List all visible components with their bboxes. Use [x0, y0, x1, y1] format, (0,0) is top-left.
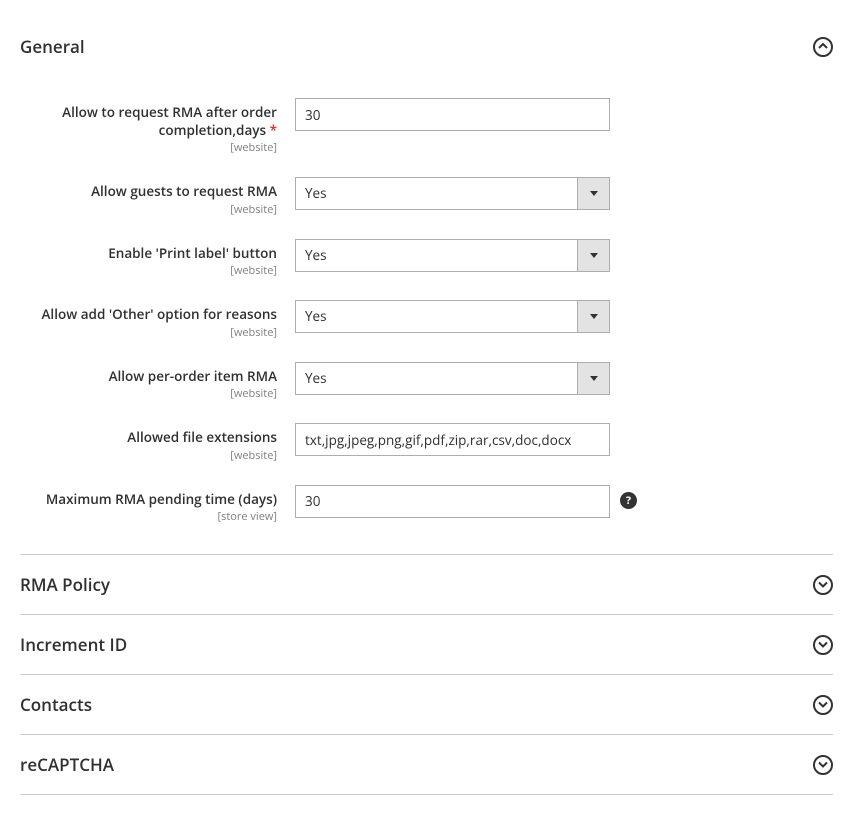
select-other-reason[interactable]: Yes [295, 300, 610, 333]
chevron-down-icon [577, 239, 610, 272]
select-print-label[interactable]: Yes [295, 239, 610, 272]
help-icon[interactable]: ? [620, 492, 637, 509]
label-other-reason: Allow add 'Other' option for reasons [20, 306, 277, 324]
label-guest-rma: Allow guests to request RMA [20, 183, 277, 201]
chevron-down-icon [577, 362, 610, 395]
collapse-down-icon [813, 695, 833, 715]
input-rma-days[interactable] [295, 98, 610, 131]
section-title-increment-id: Increment ID [20, 633, 127, 656]
scope-pending-time: [store view] [20, 509, 277, 524]
collapse-down-icon [813, 635, 833, 655]
collapse-down-icon [813, 755, 833, 775]
scope-other-reason: [website] [20, 325, 277, 340]
section-header-general[interactable]: General [20, 15, 833, 68]
collapse-up-icon [813, 37, 833, 57]
section-header-recaptcha[interactable]: reCAPTCHA [20, 735, 833, 795]
select-guest-rma[interactable]: Yes [295, 177, 610, 210]
section-title-contacts: Contacts [20, 693, 92, 716]
label-rma-days: Allow to request RMA after order complet… [20, 104, 277, 139]
field-row-rma-days: Allow to request RMA after order complet… [20, 98, 833, 155]
field-row-print-label: Enable 'Print label' button [website] Ye… [20, 239, 833, 279]
section-title-recaptcha: reCAPTCHA [20, 753, 114, 776]
input-pending-time[interactable] [295, 485, 610, 518]
scope-guest-rma: [website] [20, 202, 277, 217]
label-pending-time: Maximum RMA pending time (days) [20, 491, 277, 509]
section-title-general: General [20, 35, 85, 58]
section-header-contacts[interactable]: Contacts [20, 675, 833, 735]
required-marker: * [270, 121, 277, 139]
input-file-ext[interactable] [295, 423, 610, 456]
chevron-down-icon [577, 177, 610, 210]
field-row-other-reason: Allow add 'Other' option for reasons [we… [20, 300, 833, 340]
section-body-general: Allow to request RMA after order complet… [20, 68, 833, 555]
field-row-pending-time: Maximum RMA pending time (days) [store v… [20, 485, 833, 525]
chevron-down-icon [577, 300, 610, 333]
field-row-per-order: Allow per-order item RMA [website] Yes [20, 362, 833, 402]
collapse-down-icon [813, 575, 833, 595]
field-row-file-ext: Allowed file extensions [website] [20, 423, 833, 463]
label-print-label: Enable 'Print label' button [20, 245, 277, 263]
section-title-rma-policy: RMA Policy [20, 573, 110, 596]
scope-print-label: [website] [20, 263, 277, 278]
select-per-order[interactable]: Yes [295, 362, 610, 395]
scope-rma-days: [website] [20, 140, 277, 155]
field-row-guest-rma: Allow guests to request RMA [website] Ye… [20, 177, 833, 217]
scope-per-order: [website] [20, 386, 277, 401]
scope-file-ext: [website] [20, 448, 277, 463]
section-header-increment-id[interactable]: Increment ID [20, 615, 833, 675]
label-file-ext: Allowed file extensions [20, 429, 277, 447]
label-per-order: Allow per-order item RMA [20, 368, 277, 386]
section-header-rma-policy[interactable]: RMA Policy [20, 555, 833, 615]
